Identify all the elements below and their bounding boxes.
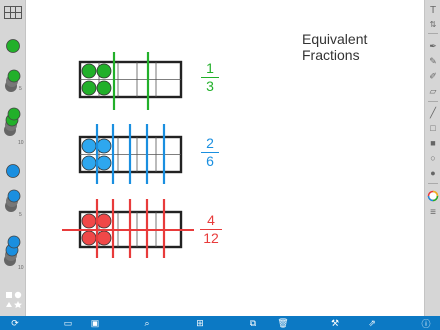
toolbar-divider bbox=[428, 183, 438, 184]
fraction-denominator: 3 bbox=[206, 78, 214, 95]
info-icon[interactable]: ⓘ bbox=[419, 316, 433, 330]
work-canvas[interactable] bbox=[0, 0, 440, 316]
layout-icon[interactable]: ⊞ bbox=[193, 316, 207, 330]
refresh-icon[interactable]: ⟳ bbox=[8, 316, 22, 330]
fraction-numerator: 2 bbox=[206, 135, 214, 151]
frame-icon[interactable]: ▭ bbox=[61, 316, 75, 330]
toolbar-divider bbox=[428, 33, 438, 34]
text-icon[interactable]: T bbox=[425, 3, 440, 17]
marker-icon[interactable]: ✐ bbox=[425, 69, 440, 83]
zoom-icon[interactable]: ⌕ bbox=[140, 316, 154, 330]
circle-outline-icon[interactable]: ○ bbox=[425, 151, 440, 165]
fraction-numerator: 4 bbox=[207, 212, 215, 228]
pen-icon[interactable]: ✒ bbox=[425, 39, 440, 53]
math-app: 5 10 5 10 Equivalent Fractions 1 3 2 6 4… bbox=[0, 0, 440, 330]
menu-icon[interactable]: ≡ bbox=[425, 205, 440, 219]
eraser-icon[interactable]: ▱ bbox=[425, 84, 440, 98]
fraction-denominator: 12 bbox=[203, 230, 219, 247]
color-picker-icon[interactable] bbox=[425, 189, 440, 203]
square-filled-icon[interactable]: ■ bbox=[425, 136, 440, 150]
pencil-icon[interactable]: ✎ bbox=[425, 54, 440, 68]
circle-filled-icon[interactable]: ● bbox=[425, 166, 440, 180]
fraction-numerator: 1 bbox=[206, 60, 214, 76]
line-icon[interactable]: ╱ bbox=[425, 106, 440, 120]
fraction-two-sixths[interactable]: 2 6 bbox=[200, 136, 220, 169]
duplicate-icon[interactable]: ⧉ bbox=[246, 316, 260, 330]
adjust-icon[interactable]: ⇅ bbox=[425, 17, 440, 31]
trash-icon[interactable]: 🗑 bbox=[276, 316, 290, 330]
fraction-denominator: 6 bbox=[206, 153, 214, 170]
share-icon[interactable]: ⇗ bbox=[365, 316, 379, 330]
drawing-toolbar: T ⇅ ✒ ✎ ✐ ▱ ╱ □ ■ ○ ● ≡ bbox=[424, 0, 440, 316]
fraction-four-twelfths[interactable]: 4 12 bbox=[199, 213, 223, 246]
toolbar-divider bbox=[428, 101, 438, 102]
image-icon[interactable]: ▣ bbox=[88, 316, 102, 330]
wrench-icon[interactable]: ⚒ bbox=[328, 316, 342, 330]
fraction-one-third[interactable]: 1 3 bbox=[200, 61, 220, 94]
bottom-toolbar: ⟳ ▭ ▣ ⌕ ⊞ ⧉ 🗑 ⚒ ⇗ ⓘ bbox=[0, 316, 440, 330]
square-outline-icon[interactable]: □ bbox=[425, 121, 440, 135]
